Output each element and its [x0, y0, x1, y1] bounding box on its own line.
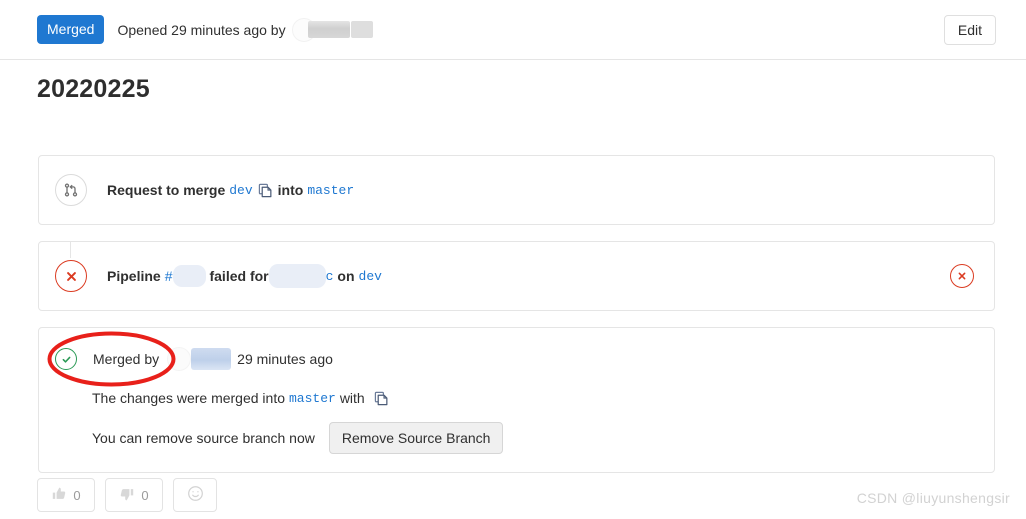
status-badge: Merged [37, 15, 105, 44]
emoji-smiley-icon [187, 485, 204, 505]
mr-header-bar: Merged Opened 29 minutes ago by Edit [0, 0, 1026, 60]
merged-by-label: Merged by [93, 351, 160, 367]
error-circle-icon[interactable] [950, 264, 974, 288]
merged-timestamp: 29 minutes ago [237, 351, 333, 367]
target-branch-link[interactable]: master [307, 183, 354, 198]
remove-source-branch-row: You can remove source branch now Remove … [92, 422, 978, 454]
merge-request-page: Merged Opened 29 minutes ago by Edit 202… [0, 0, 1026, 519]
request-prefix: Request to merge [107, 182, 226, 198]
pipeline-hash-symbol[interactable]: # [165, 268, 173, 284]
mr-widget-container: Request to merge dev into master Pipelin… [38, 155, 995, 473]
merged-detail-suffix: with [339, 390, 365, 406]
thumbs-down-button[interactable]: 0 [105, 478, 163, 512]
remove-source-branch-button[interactable]: Remove Source Branch [328, 422, 504, 454]
merge-request-icon [55, 174, 87, 206]
thumbs-down-count: 0 [141, 487, 149, 503]
pipeline-failed-label: failed for [209, 268, 269, 284]
pipeline-id-redacted [173, 265, 207, 287]
pipeline-row: Pipeline # failed for c on dev [39, 242, 994, 310]
merged-detail-prefix: The changes were merged into [92, 390, 285, 406]
watermark-text: CSDN @liuyunshengsir [856, 490, 1010, 506]
merger-avatar[interactable] [167, 347, 192, 371]
request-to-merge-row: Request to merge dev into master [39, 156, 994, 224]
edit-button[interactable]: Edit [943, 15, 996, 45]
thumbs-down-icon [119, 486, 135, 505]
thumbs-up-icon [51, 486, 67, 505]
commit-sha-redacted [268, 264, 326, 288]
author-name-redacted [307, 21, 350, 38]
pipeline-on-label: on [337, 268, 355, 284]
add-reaction-button[interactable] [173, 478, 217, 512]
reaction-buttons: 0 0 [37, 478, 217, 512]
remove-source-branch-text: You can remove source branch now [92, 430, 315, 446]
pipeline-branch-link[interactable]: dev [359, 269, 382, 284]
merged-card: Merged by 29 minutes ago The changes wer… [38, 327, 995, 473]
opened-meta-text: Opened 29 minutes ago by [117, 21, 286, 38]
page-title: 20220225 [37, 75, 150, 103]
request-to-merge-card: Request to merge dev into master [38, 155, 995, 225]
request-to-merge-text: Request to merge dev into master [107, 182, 354, 198]
source-branch-link[interactable]: dev [229, 183, 252, 198]
into-label: into [277, 182, 304, 198]
author-name-redacted-2 [350, 21, 373, 38]
commit-sha-visible[interactable]: c [326, 269, 334, 284]
thumbs-up-count: 0 [73, 487, 81, 503]
merged-by-row: Merged by 29 minutes ago [55, 344, 978, 374]
check-circle-icon [55, 348, 77, 370]
pipeline-prefix: Pipeline [107, 268, 161, 284]
error-circle-icon [55, 260, 87, 292]
merged-detail-text: The changes were merged into master with [92, 390, 978, 406]
thumbs-up-button[interactable]: 0 [37, 478, 95, 512]
merged-target-branch-link[interactable]: master [289, 391, 336, 406]
copy-icon[interactable] [258, 183, 273, 198]
copy-icon[interactable] [374, 391, 389, 406]
card-connector-line [70, 242, 71, 258]
pipeline-status-icon-wrap[interactable] [950, 264, 974, 288]
merger-name-redacted [191, 348, 232, 370]
pipeline-text: Pipeline # failed for c on dev [107, 264, 382, 288]
pipeline-card: Pipeline # failed for c on dev [38, 241, 995, 311]
